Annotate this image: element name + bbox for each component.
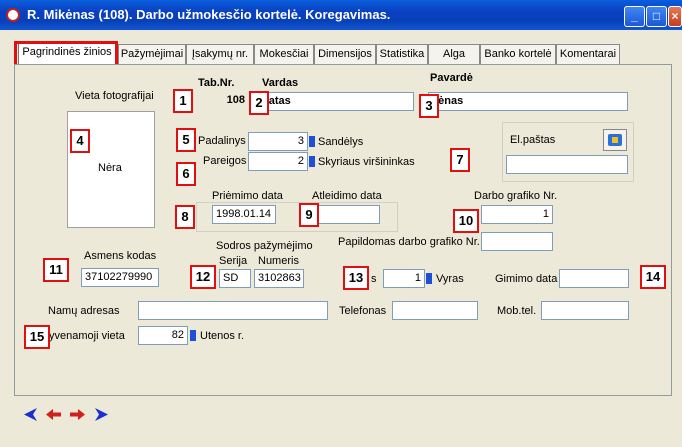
tab-alga[interactable]: Alga [428, 44, 480, 64]
asmens-field[interactable]: 37102279990 [81, 268, 159, 287]
gyvenamoji-text: Utenos r. [200, 330, 245, 342]
sodra-label: Sodros pažymėjimo [216, 240, 313, 252]
papildomas-field[interactable] [481, 232, 553, 251]
minimize-button[interactable]: _ [624, 6, 645, 27]
vardas-label: Vardas [262, 77, 299, 89]
mobtel-field[interactable] [541, 301, 629, 320]
next-record-icon[interactable] [69, 406, 86, 423]
marker-14: 14 [640, 265, 666, 289]
close-button[interactable]: × [668, 6, 682, 27]
marker-4: 4 [70, 129, 90, 153]
app-icon[interactable] [6, 8, 20, 22]
marker-13: 13 [343, 266, 369, 290]
gyvenamoji-label: yvenamoji vieta [49, 330, 125, 342]
email-label: El.paštas [510, 134, 556, 146]
telefonas-field[interactable] [392, 301, 478, 320]
lytis-lookup-button[interactable] [426, 273, 432, 284]
lytis-field[interactable]: 1 [383, 269, 425, 288]
tabnr-label: Tab.Nr. [198, 77, 235, 89]
padalinys-label: Padalinys [198, 135, 246, 147]
asmens-label: Asmens kodas [84, 250, 157, 262]
priemimo-field[interactable]: 1998.01.14 [212, 205, 276, 224]
first-record-icon[interactable] [22, 406, 39, 423]
application-window: R. Mikėnas (108). Darbo užmokesčio korte… [0, 0, 682, 447]
sodra-serija-field[interactable]: SD [219, 269, 251, 288]
sodra-serija-label: Serija [219, 255, 248, 267]
atleidimo-field[interactable] [312, 205, 380, 224]
pavarde-field[interactable]: kėnas [428, 92, 628, 111]
pavarde-label: Pavardė [430, 72, 473, 84]
adresas-label: Namų adresas [48, 305, 120, 317]
tab-banko-kortele[interactable]: Banko kortelė [480, 44, 556, 64]
padalinys-text: Sandėlys [318, 136, 364, 148]
pareigos-text: Skyriaus viršininkas [318, 156, 415, 168]
tab-dimensijos[interactable]: Dimensijos [314, 44, 376, 64]
pareigos-field[interactable]: 2 [248, 152, 308, 171]
pareigos-label: Pareigos [203, 155, 247, 167]
gimimo-field[interactable] [559, 269, 629, 288]
window-title: R. Mikėnas (108). Darbo užmokesčio korte… [27, 7, 391, 22]
atleidimo-label: Atleidimo data [312, 190, 382, 202]
gyvenamoji-lookup-button[interactable] [190, 330, 196, 341]
marker-2: 2 [249, 91, 269, 115]
gyvenamoji-field[interactable]: 82 [138, 326, 188, 345]
marker-7: 7 [450, 148, 470, 172]
marker-10: 10 [453, 209, 479, 233]
photo-label: Vieta fotografijai [75, 90, 154, 102]
papildomas-label: Papildomas darbo grafiko Nr. [338, 236, 480, 248]
title-bar[interactable]: R. Mikėnas (108). Darbo užmokesčio korte… [0, 0, 682, 30]
marker-9: 9 [299, 203, 319, 227]
tab-mokesciai[interactable]: Mokesčiai [254, 44, 314, 64]
tab-isakymu-nr[interactable]: Įsakymų nr. [186, 44, 254, 64]
marker-5: 5 [176, 128, 196, 152]
marker-11: 11 [43, 258, 69, 282]
sodra-numeris-label: Numeris [258, 255, 299, 267]
vardas-field[interactable]: natas [258, 92, 414, 111]
marker-15: 15 [24, 325, 50, 349]
email-send-icon[interactable] [603, 129, 627, 151]
priemimo-label: Priėmimo data [212, 190, 283, 202]
sodra-numeris-field[interactable]: 3102863 [254, 269, 304, 288]
mobtel-label: Mob.tel. [497, 305, 537, 317]
pareigos-lookup-button[interactable] [309, 156, 315, 167]
marker-8: 8 [175, 205, 195, 229]
marker-6: 6 [176, 162, 196, 186]
marker-1: 1 [173, 89, 193, 113]
grafikas-label: Darbo grafiko Nr. [474, 190, 558, 202]
padalinys-lookup-button[interactable] [309, 136, 315, 147]
padalinys-field[interactable]: 3 [248, 132, 308, 151]
grafikas-field[interactable]: 1 [481, 205, 553, 224]
tabnr-field[interactable]: 108 [196, 92, 248, 111]
marker-3: 3 [419, 94, 439, 118]
lytis-label: s [371, 273, 377, 285]
telefonas-label: Telefonas [339, 305, 387, 317]
tab-pazymejimai[interactable]: Pažymėjimai [118, 44, 186, 64]
last-record-icon[interactable] [93, 406, 110, 423]
marker-12: 12 [190, 265, 216, 289]
tab-statistika[interactable]: Statistika [376, 44, 428, 64]
maximize-button[interactable]: □ [646, 6, 667, 27]
lytis-text: Vyras [436, 273, 464, 285]
tab-komentarai[interactable]: Komentarai [556, 44, 620, 64]
adresas-field[interactable] [138, 301, 328, 320]
gimimo-label: Gimimo data [495, 273, 558, 285]
prev-record-icon[interactable] [45, 406, 62, 423]
photo-placeholder: Nėra [98, 162, 122, 174]
email-field[interactable] [506, 155, 628, 174]
